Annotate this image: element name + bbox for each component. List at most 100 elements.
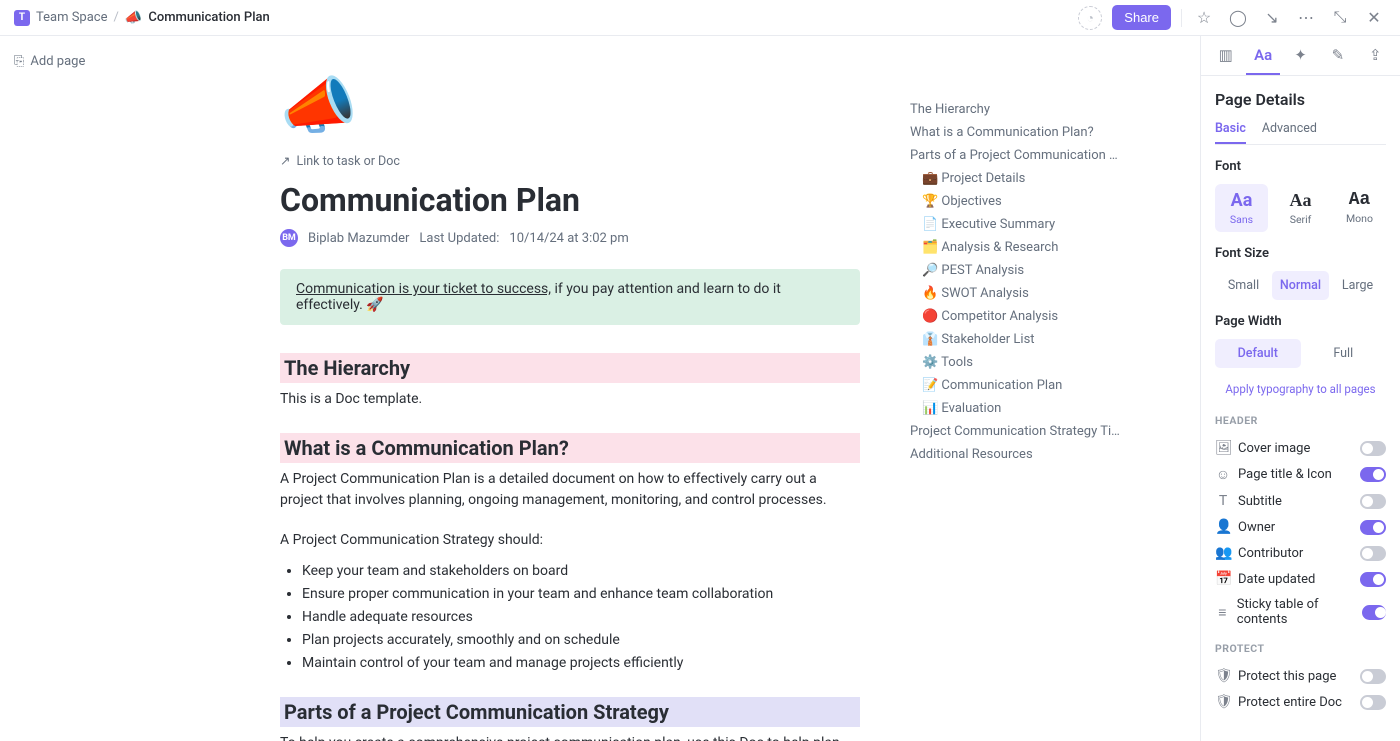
toc-item[interactable]: The Hierarchy [910, 98, 1120, 121]
font-mono-button[interactable]: AaMono [1333, 184, 1386, 232]
body-text[interactable]: To help you create a comprehensive proje… [280, 733, 860, 741]
toggle-switch[interactable] [1360, 546, 1386, 561]
toggle-switch[interactable] [1360, 494, 1386, 509]
toc-item[interactable]: What is a Communication Plan? [910, 121, 1120, 144]
toggle-icon: ☺ [1215, 466, 1231, 483]
tab-basic[interactable]: Basic [1215, 121, 1246, 144]
toggle-row: TSubtitle [1215, 488, 1386, 514]
panel-tab-ai-icon[interactable]: ✦ [1284, 37, 1317, 75]
font-label: Font [1215, 159, 1386, 174]
doc-body[interactable]: The Hierarchy This is a Doc template. Wh… [280, 353, 860, 741]
list-item[interactable]: Handle adequate resources [302, 606, 860, 629]
toggle-row: 🛡Protect entire Doc [1215, 689, 1386, 715]
toggle-row: 👥 Contributor [1215, 540, 1386, 566]
body-text[interactable]: A Project Communication Plan is a detail… [280, 469, 860, 512]
more-icon[interactable]: ⋯ [1294, 6, 1318, 30]
star-icon[interactable]: ☆ [1192, 6, 1216, 30]
width-full-button[interactable]: Full [1301, 339, 1387, 368]
add-page-label: Add page [30, 54, 85, 69]
list-item[interactable]: Ensure proper communication in your team… [302, 583, 860, 606]
page-width-label: Page Width [1215, 314, 1386, 329]
panel-tab-export-icon[interactable]: ⇪ [1359, 37, 1392, 75]
toc-item[interactable]: 💼 Project Details [910, 167, 1120, 190]
list-item[interactable]: Plan projects accurately, smoothly and o… [302, 629, 860, 652]
toggle-icon: T [1215, 493, 1231, 509]
toc-item[interactable]: 👔 Stakeholder List [910, 328, 1120, 351]
toc-item[interactable]: Additional Resources [910, 443, 1120, 466]
toggle-icon: 🖼 [1215, 440, 1231, 456]
panel-tab-magic-icon[interactable]: ✎ [1321, 37, 1354, 75]
toggle-icon: 🛡 [1215, 694, 1231, 710]
toc-item[interactable]: 📊 Evaluation [910, 397, 1120, 420]
status-circle-icon[interactable]: ◔ [1078, 6, 1102, 30]
author-avatar[interactable]: BM [280, 229, 298, 247]
toggle-switch[interactable] [1360, 572, 1386, 587]
breadcrumb-doc[interactable]: Communication Plan [148, 10, 269, 25]
apply-typography-link[interactable]: Apply typography to all pages [1215, 382, 1386, 396]
toggle-switch[interactable] [1360, 467, 1386, 482]
toc-item[interactable]: 🗂️ Analysis & Research [910, 236, 1120, 259]
breadcrumb-sep: / [114, 10, 119, 25]
heading-hierarchy[interactable]: The Hierarchy [280, 353, 860, 383]
heading-parts[interactable]: Parts of a Project Communication Strateg… [280, 697, 860, 727]
size-normal-button[interactable]: Normal [1272, 271, 1329, 300]
toggle-switch[interactable] [1360, 669, 1386, 684]
collapse-icon[interactable]: ⤡ [1328, 6, 1352, 30]
font-sans-button[interactable]: AaSans [1215, 184, 1268, 232]
body-text[interactable]: This is a Doc template. [280, 389, 860, 411]
toc-item[interactable]: 📝 Communication Plan [910, 374, 1120, 397]
comment-icon[interactable]: ◯ [1226, 6, 1250, 30]
toggle-switch[interactable] [1360, 441, 1386, 456]
toggle-row: ≡ Sticky table of contents [1215, 592, 1386, 632]
toc-item[interactable]: 🏆 Objectives [910, 190, 1120, 213]
add-page-icon: ⎘ [14, 54, 24, 69]
panel-title: Page Details [1215, 90, 1386, 109]
toggle-label: Contributor [1238, 546, 1303, 561]
panel-tab-typography[interactable]: Aa [1246, 37, 1279, 75]
toggle-icon: 👥 [1215, 545, 1231, 561]
toggle-switch[interactable] [1360, 695, 1386, 710]
toc-item[interactable]: Parts of a Project Communication Str… [910, 144, 1120, 167]
body-text[interactable]: A Project Communication Strategy should: [280, 530, 860, 552]
space-badge-icon: T [14, 10, 30, 26]
font-size-label: Font Size [1215, 246, 1386, 261]
toc-item[interactable]: Project Communication Strategy Tips! [910, 420, 1120, 443]
toggle-label: Owner [1238, 520, 1275, 535]
toc-item[interactable]: 📄 Executive Summary [910, 213, 1120, 236]
tab-advanced[interactable]: Advanced [1262, 121, 1317, 144]
toc-item[interactable]: ⚙️ Tools [910, 351, 1120, 374]
updated-value: 10/14/24 at 3:02 pm [509, 231, 628, 246]
toggle-icon: ≡ [1215, 604, 1230, 621]
toggle-row: ☺Page title & Icon [1215, 461, 1386, 488]
toggle-switch[interactable] [1360, 520, 1386, 535]
callout-box[interactable]: Communication is your ticket to success,… [280, 269, 860, 325]
toggle-label: Cover image [1238, 441, 1310, 456]
font-serif-button[interactable]: AaSerif [1274, 184, 1327, 232]
share-button[interactable]: Share [1112, 5, 1171, 30]
toc-item[interactable]: 🔴 Competitor Analysis [910, 305, 1120, 328]
toc-item[interactable]: 🔥 SWOT Analysis [910, 282, 1120, 305]
add-page-button[interactable]: ⎘ Add page [14, 54, 166, 69]
width-default-button[interactable]: Default [1215, 339, 1301, 368]
divider [1181, 9, 1182, 27]
toggle-row: 🖼 Cover image [1215, 435, 1386, 461]
link-icon: ↗ [280, 153, 290, 169]
heading-what-is[interactable]: What is a Communication Plan? [280, 433, 860, 463]
toggle-icon: 👤 [1215, 519, 1231, 535]
toggle-label: Protect this page [1238, 669, 1336, 684]
breadcrumb-space[interactable]: Team Space [36, 10, 108, 25]
close-icon[interactable]: ✕ [1362, 6, 1386, 30]
toc-item[interactable]: 🔎 PEST Analysis [910, 259, 1120, 282]
size-large-button[interactable]: Large [1329, 271, 1386, 300]
size-small-button[interactable]: Small [1215, 271, 1272, 300]
bullet-list[interactable]: Keep your team and stakeholders on board… [280, 560, 860, 675]
author-name[interactable]: Biplab Mazumder [308, 231, 409, 246]
toggle-switch[interactable] [1362, 605, 1386, 620]
toggle-icon: 🛡 [1215, 668, 1231, 684]
table-of-contents: The HierarchyWhat is a Communication Pla… [910, 98, 1120, 466]
toggle-label: Sticky table of contents [1237, 597, 1362, 627]
panel-tab-layout-icon[interactable]: ▥ [1209, 37, 1242, 75]
list-item[interactable]: Keep your team and stakeholders on board [302, 560, 860, 583]
download-icon[interactable]: ↘ [1260, 6, 1284, 30]
list-item[interactable]: Maintain control of your team and manage… [302, 652, 860, 675]
